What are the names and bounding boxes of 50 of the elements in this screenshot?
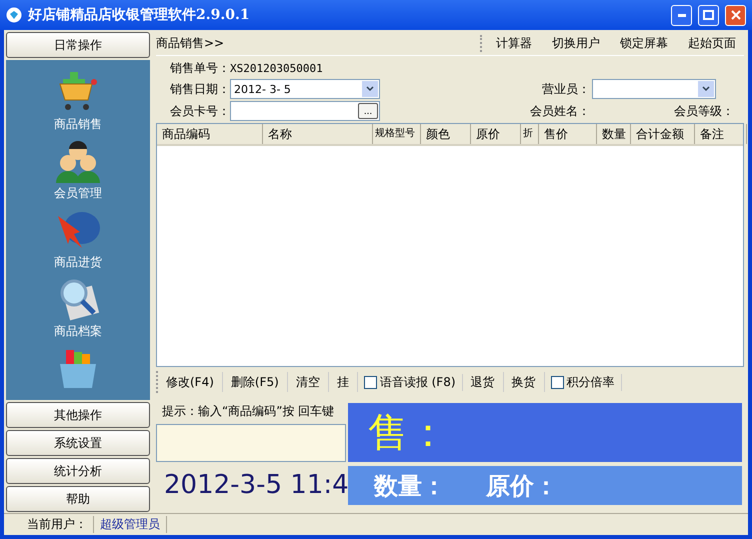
member-name-label: 会员姓名：: [529, 102, 590, 120]
column-header[interactable]: 商品编码: [157, 124, 263, 144]
action-button[interactable]: 修改(F4): [158, 372, 223, 392]
toolbar-button[interactable]: 计算器: [488, 35, 540, 52]
current-user: 超级管理员: [94, 516, 167, 533]
toolbar-button[interactable]: 切换用户: [544, 35, 608, 52]
nav-group-button[interactable]: 系统设置: [6, 430, 150, 456]
column-header[interactable]: 名称: [263, 124, 373, 144]
action-button[interactable]: 挂: [328, 372, 358, 392]
action-button[interactable]: 删除(F5): [222, 372, 288, 392]
column-header[interactable]: 折: [521, 124, 539, 144]
breadcrumb: 商品销售>>: [156, 35, 224, 52]
order-number-value: XS201203050001: [230, 62, 324, 75]
action-button[interactable]: 退货: [462, 372, 504, 392]
toolbar-button[interactable]: 锁定屏幕: [612, 35, 676, 52]
status-label: 当前用户：: [10, 516, 94, 533]
nav-group-button[interactable]: 其他操作: [6, 402, 150, 428]
window-title: 好店铺精品店收银管理软件2.9.0.1: [28, 6, 251, 24]
member-card-label: 会员卡号：: [169, 102, 230, 120]
column-header[interactable]: 备注: [695, 124, 747, 144]
nav-group-button[interactable]: 统计分析: [6, 458, 150, 484]
toolbar-button[interactable]: 起始页面: [680, 35, 744, 52]
browse-button[interactable]: ...: [358, 103, 378, 119]
sale-label: 售：: [368, 409, 448, 458]
date-dropdown[interactable]: 2012- 3- 5: [230, 79, 380, 99]
nav-item-label[interactable]: 商品销售: [54, 116, 102, 133]
member-level-label: 会员等级：: [674, 102, 735, 120]
member-card-field[interactable]: ...: [230, 101, 380, 121]
column-header[interactable]: 售价: [539, 124, 597, 144]
sale-date-label: 销售日期：: [169, 80, 230, 98]
action-button[interactable]: 换货: [504, 372, 545, 392]
price-label: 原价：: [486, 470, 558, 502]
nav-item-label[interactable]: 商品进货: [54, 254, 102, 271]
daily-operations-button[interactable]: 日常操作: [6, 32, 150, 58]
nav-item-label[interactable]: 商品档案: [54, 323, 102, 340]
column-header[interactable]: 数量: [597, 124, 631, 144]
column-header[interactable]: 颜色: [421, 124, 471, 144]
action-button[interactable]: 清空: [288, 372, 329, 392]
column-header[interactable]: 原价: [471, 124, 521, 144]
clerk-label: 营业员：: [541, 80, 590, 98]
checkbox[interactable]: 积分倍率: [544, 374, 622, 390]
quantity-label: 数量：: [374, 470, 446, 502]
hint-text: 提示：输入“商品编码”按 回车键: [162, 403, 336, 420]
column-header[interactable]: 合计金额: [631, 124, 695, 144]
order-number-label: 销售单号：: [169, 60, 230, 77]
clock: 2012-3-5 11:4: [164, 470, 349, 500]
column-header[interactable]: 规格型号: [373, 124, 421, 144]
nav-item-label[interactable]: 会员管理: [54, 185, 102, 202]
checkbox[interactable]: 语音读报 (F8): [358, 374, 463, 390]
nav-group-button[interactable]: 帮助: [6, 486, 150, 512]
